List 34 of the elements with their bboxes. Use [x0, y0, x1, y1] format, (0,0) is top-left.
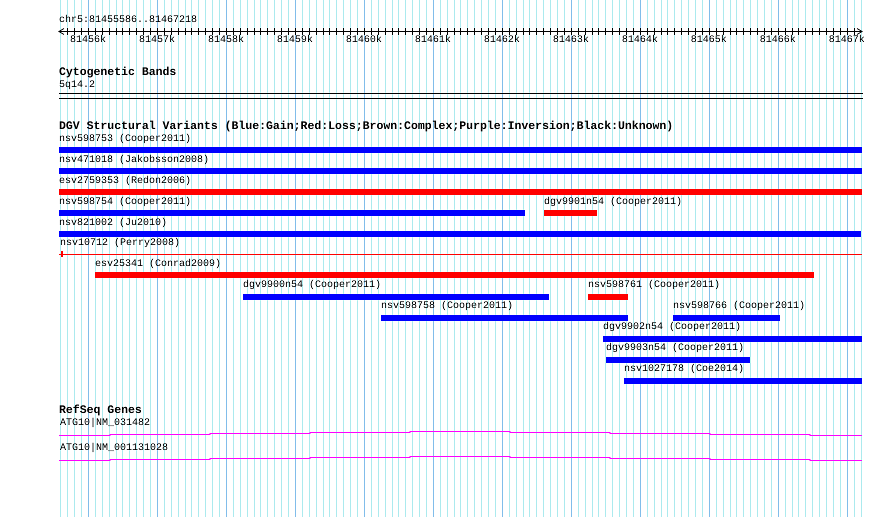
track-title: Cytogenetic Bands	[59, 67, 176, 79]
variant-label: dgv9901n54 (Cooper2011)	[544, 197, 682, 209]
variant-label: nsv1027178 (Coe2014)	[624, 364, 744, 376]
ruler-tick-label: 81467k	[828, 35, 865, 47]
variant-label: dgv9900n54 (Cooper2011)	[243, 280, 382, 292]
ruler-tick-label: 81466k	[760, 35, 796, 47]
ruler-tick-label: 81459k	[276, 35, 313, 47]
gene-label: ATG10|NM_031482	[60, 418, 150, 430]
ruler-tick-label: 81461k	[414, 35, 451, 47]
variant-label: nsv10712 (Perry2008)	[60, 238, 180, 250]
variant-label: nsv598753 (Cooper2011)	[59, 134, 192, 146]
variant-label: dgv9903n54 (Cooper2011)	[606, 343, 744, 355]
gene-label: ATG10|NM_001131028	[60, 443, 168, 455]
variant-label: esv2759353 (Redon2006)	[59, 176, 192, 188]
variant-label: nsv598754 (Cooper2011)	[59, 197, 192, 209]
ruler-tick-label: 81465k	[690, 35, 727, 47]
variant-label: nsv821002 (Ju2010)	[59, 218, 168, 230]
variant-label: nsv598766 (Cooper2011)	[673, 301, 806, 313]
location-label: chr5:81455586..81467218	[59, 15, 198, 27]
variant-label: nsv598758 (Cooper2011)	[381, 301, 514, 313]
track-title: RefSeq Genes	[59, 405, 142, 417]
ruler-tick-label: 81463k	[552, 35, 589, 47]
variant-label: esv25341 (Conrad2009)	[95, 259, 222, 271]
variant-label: nsv598761 (Cooper2011)	[588, 280, 720, 292]
ruler-tick-label: 81464k	[622, 35, 658, 47]
ruler-tick-label: 81457k	[138, 35, 175, 47]
variant-label: nsv471018 (Jakobsson2008)	[59, 155, 210, 167]
ruler-tick-label: 81460k	[346, 35, 382, 47]
ruler-tick-label: 81462k	[484, 35, 520, 47]
track-title: DGV Structural Variants (Blue:Gain;Red:Loss;Brown:Complex;Purple:Inversion;Black:Unknown)	[59, 121, 674, 133]
ruler-tick-label: 81456k	[70, 35, 106, 47]
variant-label: dgv9902n54 (Cooper2011)	[603, 322, 742, 334]
ruler-tick-label: 81458k	[208, 35, 244, 47]
band-label: 5q14.2	[59, 80, 96, 92]
